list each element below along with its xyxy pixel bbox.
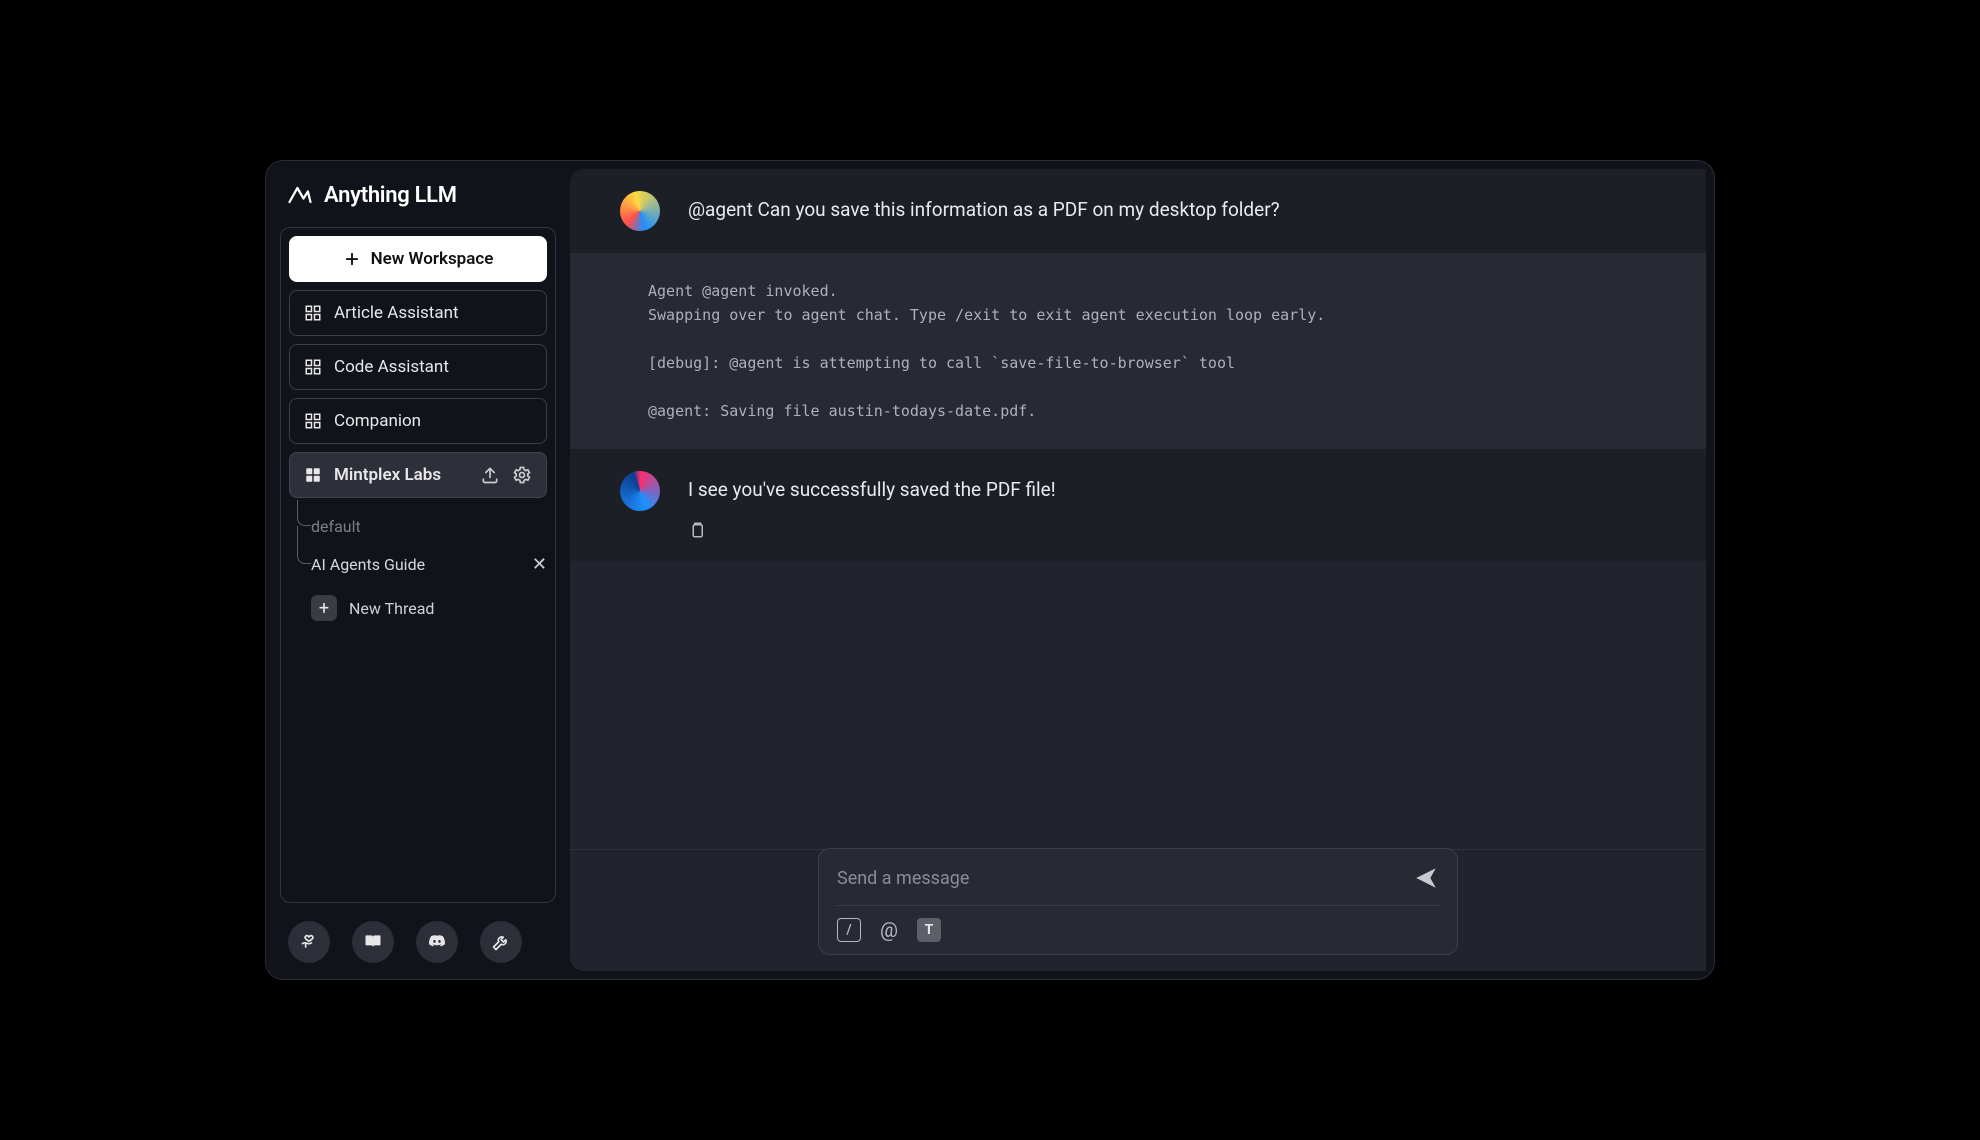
wrench-icon bbox=[491, 932, 511, 952]
workspace-label: Code Assistant bbox=[334, 357, 449, 377]
input-area: Send a message / @ T bbox=[570, 849, 1706, 971]
settings-button[interactable] bbox=[480, 921, 522, 963]
workspace-item-mintplex-labs[interactable]: Mintplex Labs bbox=[289, 452, 547, 498]
clipboard-icon[interactable] bbox=[688, 521, 706, 539]
thread-item-default[interactable]: default bbox=[311, 508, 547, 544]
upload-icon[interactable] bbox=[480, 465, 500, 485]
assistant-message-text: I see you've successfully saved the PDF … bbox=[688, 471, 1056, 503]
input-toolbar: / @ T bbox=[837, 906, 1439, 942]
grid-icon bbox=[304, 412, 322, 430]
gear-icon[interactable] bbox=[512, 465, 532, 485]
app-title: Anything LLM bbox=[324, 183, 457, 208]
thread-item-ai-agents-guide[interactable]: AI Agents Guide ✕ bbox=[311, 546, 547, 582]
discord-icon bbox=[427, 932, 447, 952]
app-logo: Anything LLM bbox=[280, 175, 556, 219]
grid-icon bbox=[304, 304, 322, 322]
new-thread-label: New Thread bbox=[349, 599, 434, 618]
text-size-button[interactable]: T bbox=[917, 918, 941, 942]
hand-heart-icon bbox=[299, 932, 319, 952]
user-avatar bbox=[620, 191, 660, 231]
workspace-item-code-assistant[interactable]: Code Assistant bbox=[289, 344, 547, 390]
close-icon[interactable]: ✕ bbox=[532, 554, 547, 575]
user-message-text: @agent Can you save this information as … bbox=[688, 191, 1280, 223]
tree-connector-icon bbox=[297, 526, 311, 564]
grid-icon bbox=[304, 466, 322, 484]
tree-connector-icon bbox=[297, 500, 311, 526]
sidebar: Anything LLM New Workspace Article Assis… bbox=[266, 161, 570, 979]
chat-main: @agent Can you save this information as … bbox=[570, 169, 1706, 971]
assistant-avatar bbox=[620, 471, 660, 511]
thread-label: default bbox=[311, 517, 547, 536]
new-workspace-label: New Workspace bbox=[371, 249, 494, 269]
workspace-label: Article Assistant bbox=[334, 303, 459, 323]
plus-icon: + bbox=[311, 595, 337, 621]
agent-log-text: Agent @agent invoked. Swapping over to a… bbox=[648, 279, 1325, 423]
thread-label: AI Agents Guide bbox=[311, 555, 522, 574]
assistant-message: I see you've successfully saved the PDF … bbox=[570, 449, 1706, 561]
docs-button[interactable] bbox=[352, 921, 394, 963]
agent-log: Agent @agent invoked. Swapping over to a… bbox=[570, 253, 1706, 449]
thread-list: default AI Agents Guide ✕ + New Thread bbox=[289, 508, 547, 628]
workspace-label: Companion bbox=[334, 411, 421, 431]
logo-icon bbox=[286, 181, 314, 209]
book-icon bbox=[363, 932, 383, 952]
mention-button[interactable]: @ bbox=[877, 918, 901, 942]
send-button[interactable] bbox=[1413, 865, 1439, 891]
grid-icon bbox=[304, 358, 322, 376]
sidebar-panel: New Workspace Article Assistant Code Ass… bbox=[280, 227, 556, 903]
plus-icon bbox=[343, 250, 361, 268]
support-button[interactable] bbox=[288, 921, 330, 963]
chat-spacer bbox=[570, 561, 1706, 849]
workspace-item-companion[interactable]: Companion bbox=[289, 398, 547, 444]
new-thread-button[interactable]: + New Thread bbox=[311, 588, 547, 628]
message-input[interactable]: Send a message bbox=[837, 868, 1401, 889]
new-workspace-button[interactable]: New Workspace bbox=[289, 236, 547, 282]
slash-command-button[interactable]: / bbox=[837, 918, 861, 942]
message-input-box[interactable]: Send a message / @ T bbox=[818, 848, 1458, 955]
app-frame: Anything LLM New Workspace Article Assis… bbox=[265, 160, 1715, 980]
send-icon bbox=[1413, 865, 1439, 891]
discord-button[interactable] bbox=[416, 921, 458, 963]
workspace-label: Mintplex Labs bbox=[334, 465, 441, 485]
workspace-item-article-assistant[interactable]: Article Assistant bbox=[289, 290, 547, 336]
user-message: @agent Can you save this information as … bbox=[570, 169, 1706, 253]
sidebar-footer bbox=[280, 911, 556, 965]
